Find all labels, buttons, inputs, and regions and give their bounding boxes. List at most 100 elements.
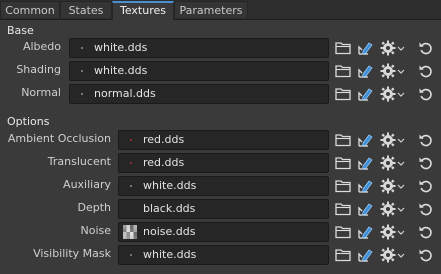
texture-preview-swatch [130,162,132,164]
chevron-down-icon[interactable] [397,223,405,241]
reset-icon[interactable] [417,62,435,80]
texture-row-label: Shading [16,63,61,76]
folder-icon[interactable] [334,85,352,103]
texture-row-label-box: Shading [0,61,61,81]
gear-icon[interactable] [379,85,397,103]
chevron-down-icon[interactable] [397,39,405,57]
gear-icon[interactable] [379,223,397,241]
gear-icon[interactable] [379,154,397,172]
gear-icon[interactable] [379,39,397,57]
texture-file-name: red.dds [143,133,185,146]
texture-file-name: white.dds [143,179,197,192]
texture-row-auxiliary: Auxiliary white.dds [0,176,441,196]
edit-texture-icon[interactable] [356,85,374,103]
texture-row-label: Depth [77,201,111,214]
tab-common[interactable]: Common [0,1,60,18]
texture-file-name: white.dds [143,248,197,261]
folder-icon[interactable] [334,62,352,80]
texture-preview-swatch [81,47,83,49]
texture-row-label-box: Depth [0,199,111,219]
texture-preview-swatch [130,185,132,187]
texture-preview-swatch [130,254,132,256]
chevron-down-icon[interactable] [397,177,405,195]
texture-row-label-box: Normal [0,84,61,104]
gear-icon[interactable] [379,200,397,218]
texture-file-field[interactable]: normal.dds [69,84,329,104]
edit-texture-icon[interactable] [356,200,374,218]
texture-row-label-box: Translucent [0,153,111,173]
texture-row-visibility-mask: Visibility Mask white.dds [0,245,441,265]
texture-file-name: normal.dds [94,87,156,100]
texture-file-name: noise.dds [143,225,196,238]
texture-row-noise: Noise noise.dds [0,222,441,242]
texture-row-depth: Depth black.dds [0,199,441,219]
texture-row-label: Noise [80,224,111,237]
texture-row-label-box: Ambient Occlusion [0,130,111,150]
folder-icon[interactable] [334,131,352,149]
chevron-down-icon[interactable] [397,85,405,103]
texture-row-label-box: Auxiliary [0,176,111,196]
texture-file-field[interactable]: red.dds [118,153,329,173]
texture-row-label: Albedo [22,40,61,53]
tab-parameters[interactable]: Parameters [174,1,248,18]
texture-preview-swatch [81,70,83,72]
texture-row-shading: Shading white.dds [0,61,441,81]
folder-icon[interactable] [334,200,352,218]
edit-texture-icon[interactable] [356,62,374,80]
edit-texture-icon[interactable] [356,154,374,172]
texture-row-label-box: Visibility Mask [0,245,111,265]
texture-preview-swatch [81,93,83,95]
folder-icon[interactable] [334,246,352,264]
texture-row-label: Normal [21,86,61,99]
folder-icon[interactable] [334,177,352,195]
texture-file-field[interactable]: white.dds [118,176,329,196]
folder-icon[interactable] [334,39,352,57]
texture-preview-swatch [123,225,137,239]
tab-parameters-label: Parameters [179,4,243,17]
texture-row-label: Visibility Mask [33,247,111,260]
reset-icon[interactable] [417,177,435,195]
reset-icon[interactable] [417,246,435,264]
texture-file-field[interactable]: white.dds [69,61,329,81]
folder-icon[interactable] [334,154,352,172]
reset-icon[interactable] [417,131,435,149]
chevron-down-icon[interactable] [397,131,405,149]
edit-texture-icon[interactable] [356,39,374,57]
texture-file-name: red.dds [143,156,185,169]
chevron-down-icon[interactable] [397,154,405,172]
folder-icon[interactable] [334,223,352,241]
texture-file-field[interactable]: red.dds [118,130,329,150]
section-base-title: Base [7,24,34,37]
texture-file-field[interactable]: noise.dds [118,222,329,242]
edit-texture-icon[interactable] [356,177,374,195]
tab-textures-label: Textures [120,4,166,17]
reset-icon[interactable] [417,85,435,103]
reset-icon[interactable] [417,154,435,172]
gear-icon[interactable] [379,246,397,264]
edit-texture-icon[interactable] [356,246,374,264]
texture-file-field[interactable]: black.dds [118,199,329,219]
tab-common-label: Common [5,4,55,17]
chevron-down-icon[interactable] [397,62,405,80]
gear-icon[interactable] [379,131,397,149]
reset-icon[interactable] [417,223,435,241]
texture-row-translucent: Translucent red.dds [0,153,441,173]
chevron-down-icon[interactable] [397,200,405,218]
reset-icon[interactable] [417,39,435,57]
tab-states[interactable]: States [60,1,112,18]
edit-texture-icon[interactable] [356,223,374,241]
texture-file-field[interactable]: white.dds [69,38,329,58]
chevron-down-icon[interactable] [397,246,405,264]
texture-row-label: Ambient Occlusion [7,132,111,145]
texture-file-name: white.dds [94,64,148,77]
gear-icon[interactable] [379,62,397,80]
texture-file-name: black.dds [143,202,196,215]
texture-preview-swatch [130,139,132,141]
tab-bar: Common States Textures Parameters [0,0,441,20]
reset-icon[interactable] [417,200,435,218]
edit-texture-icon[interactable] [356,131,374,149]
texture-file-name: white.dds [94,41,148,54]
texture-file-field[interactable]: white.dds [118,245,329,265]
gear-icon[interactable] [379,177,397,195]
tab-textures[interactable]: Textures [112,1,174,20]
